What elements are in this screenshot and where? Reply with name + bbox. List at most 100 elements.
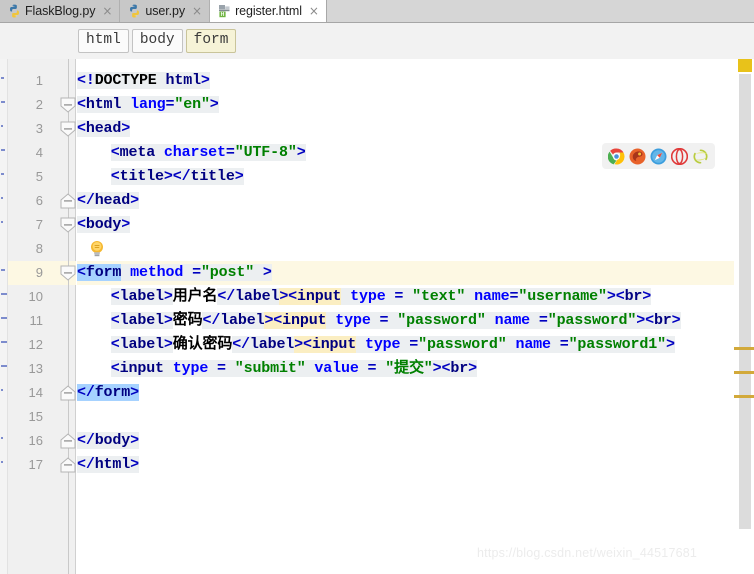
code-token: html xyxy=(85,96,122,113)
code-line[interactable]: <label>确认密码</label><input type ="passwor… xyxy=(110,333,675,357)
code-token: ></ xyxy=(163,168,191,185)
code-token: < xyxy=(110,312,120,329)
code-line[interactable]: <meta charset="UTF-8"> xyxy=(110,141,306,165)
code-line[interactable]: <html lang="en"> xyxy=(77,93,219,117)
minimap-line xyxy=(1,389,4,391)
code-token: type xyxy=(335,312,371,329)
close-icon[interactable]: × xyxy=(102,5,112,17)
breadcrumb-item-body[interactable]: body xyxy=(131,29,183,53)
close-icon[interactable]: × xyxy=(309,5,319,17)
internet-explorer-icon[interactable] xyxy=(692,148,709,165)
fold-marker-down[interactable] xyxy=(60,117,77,141)
ide-editor-window: FlaskBlog.py × user.py × H register.html… xyxy=(0,0,754,574)
code-token: < xyxy=(110,336,120,353)
code-token: html xyxy=(165,72,201,89)
code-token: input xyxy=(311,336,357,353)
stripe-tick[interactable] xyxy=(734,371,754,374)
code-line[interactable]: <body> xyxy=(77,213,130,237)
code-content[interactable]: <!DOCTYPE html> <html lang="en"> <head> <me… xyxy=(77,59,734,574)
code-token: "password" xyxy=(547,312,637,329)
minimap-line xyxy=(1,101,5,103)
minimap-line xyxy=(1,221,4,223)
minimap-line xyxy=(1,77,4,79)
code-line[interactable]: <title></title> xyxy=(110,165,244,189)
code-line[interactable]: <label>用户名</label><input type = "text" n… xyxy=(110,285,652,309)
code-token: <! xyxy=(77,72,95,89)
code-line[interactable]: </body> xyxy=(77,429,139,453)
code-line[interactable]: <label>密码</label><input type = "password… xyxy=(110,309,681,333)
code-token: form xyxy=(94,384,131,401)
fold-marker-down[interactable] xyxy=(60,261,77,285)
code-line[interactable]: <form method ="post" > xyxy=(77,261,272,285)
line-number: 13 xyxy=(28,361,43,376)
code-token: >< xyxy=(294,336,312,353)
minimap-line xyxy=(1,293,7,295)
close-icon[interactable]: × xyxy=(192,5,202,17)
code-token: >< xyxy=(606,288,625,305)
chrome-icon[interactable] xyxy=(607,147,625,165)
stripe-tick[interactable] xyxy=(734,347,754,350)
code-minimap[interactable] xyxy=(0,59,8,574)
code-line[interactable]: <input type = "submit" value = "提交"><br> xyxy=(110,357,477,381)
code-token: method xyxy=(130,264,184,281)
inspection-status-marker[interactable] xyxy=(738,59,752,72)
editor-tab-flaskblog[interactable]: FlaskBlog.py × xyxy=(0,0,121,22)
opera-icon[interactable] xyxy=(670,147,689,165)
scrollbar-track[interactable] xyxy=(739,74,751,529)
code-token: label xyxy=(249,336,295,353)
code-line[interactable]: <!DOCTYPE html> xyxy=(77,69,210,93)
code-line[interactable]: </form> xyxy=(77,381,139,405)
code-token: </ xyxy=(202,312,221,329)
code-line[interactable]: <head> xyxy=(77,117,130,141)
code-token: "text" xyxy=(412,288,466,305)
fold-marker-up[interactable] xyxy=(60,429,77,453)
stripe-tick[interactable] xyxy=(734,395,754,398)
minimap-line xyxy=(1,269,5,271)
minimap-line xyxy=(1,197,4,199)
breadcrumb-item-form[interactable]: form xyxy=(185,29,237,53)
code-token xyxy=(465,288,475,305)
code-token: > xyxy=(642,288,652,305)
code-token: < xyxy=(110,168,120,185)
editor-tab-user[interactable]: user.py × xyxy=(120,0,211,22)
firefox-icon[interactable] xyxy=(629,148,646,165)
code-token: = xyxy=(370,312,398,329)
code-editor[interactable]: 1 2 3 4 5 6 7 8 9 10 11 12 13 14 15 16 17 <!DOCTYPE html… xyxy=(0,59,754,574)
svg-text:H: H xyxy=(221,12,225,18)
code-token xyxy=(341,288,351,305)
code-token: "password1" xyxy=(568,336,666,353)
code-token: = xyxy=(385,288,413,305)
code-token: </ xyxy=(77,384,95,401)
breadcrumb-item-html[interactable]: html xyxy=(78,29,129,53)
code-line[interactable]: </head> xyxy=(77,189,139,213)
code-token: head xyxy=(85,120,122,137)
code-token: lang xyxy=(130,96,166,113)
code-token: = xyxy=(400,336,419,353)
code-token: input xyxy=(297,288,342,305)
fold-marker-up[interactable] xyxy=(60,453,77,477)
code-token: >< xyxy=(432,360,451,377)
browser-launcher-bar xyxy=(602,143,715,169)
minimap-line xyxy=(1,317,7,319)
line-number: 6 xyxy=(35,193,43,208)
line-number: 3 xyxy=(35,121,43,136)
fold-marker-down[interactable] xyxy=(60,213,77,237)
code-token: html xyxy=(94,456,131,473)
line-number: 1 xyxy=(35,73,43,88)
code-token: title xyxy=(119,168,164,185)
code-line[interactable]: </html> xyxy=(77,453,139,477)
error-stripe[interactable] xyxy=(734,59,754,574)
fold-marker-up[interactable] xyxy=(60,189,77,213)
fold-marker-down[interactable] xyxy=(60,93,77,117)
minimap-line xyxy=(1,125,4,127)
safari-icon[interactable] xyxy=(650,148,667,165)
code-token: >< xyxy=(636,312,654,329)
code-token: > xyxy=(254,264,272,281)
code-token: > xyxy=(130,192,139,209)
editor-tab-register[interactable]: H register.html × xyxy=(210,0,327,22)
minimap-line xyxy=(1,149,5,151)
lightbulb-icon[interactable] xyxy=(88,239,106,259)
code-token: "username" xyxy=(518,288,607,305)
code-token: < xyxy=(77,96,86,113)
fold-marker-up[interactable] xyxy=(60,381,77,405)
